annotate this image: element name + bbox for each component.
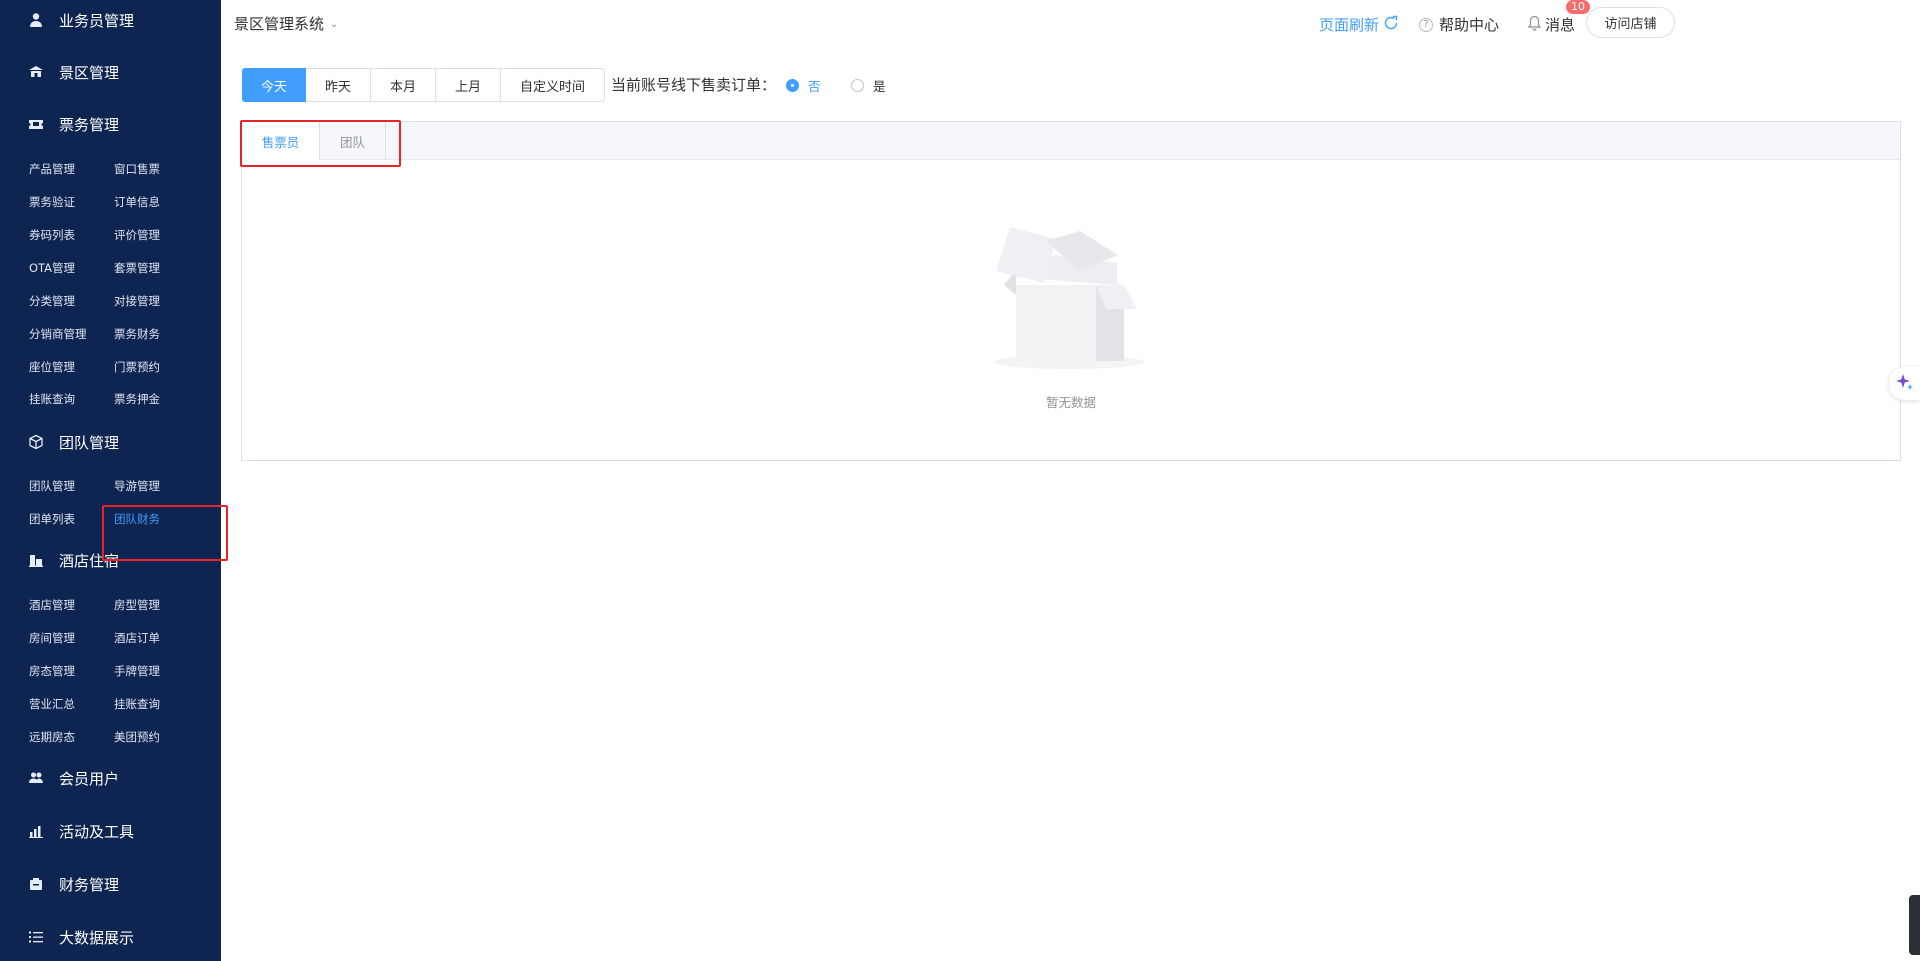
sidebar-item[interactable]: 票务财务 xyxy=(114,326,160,342)
data-panel: 售票员 团队 暂无数据 xyxy=(241,121,1901,461)
messages-label: 消息 xyxy=(1545,16,1576,34)
chart-icon xyxy=(28,823,44,839)
sidebar-group-label: 活动及工具 xyxy=(59,822,135,841)
sidebar-item[interactable]: 酒店订单 xyxy=(114,630,160,646)
sidebar-group-label: 会员用户 xyxy=(59,769,120,788)
sidebar-group-label: 景区管理 xyxy=(59,63,120,82)
sidebar-item[interactable]: 座位管理 xyxy=(29,359,75,375)
sparkle-icon xyxy=(1895,372,1915,396)
radio-no-label: 否 xyxy=(808,79,821,94)
sidebar-item[interactable]: 评价管理 xyxy=(114,227,160,243)
side-handle[interactable] xyxy=(1909,895,1920,955)
visit-store-button[interactable]: 访问店铺 xyxy=(1586,7,1675,38)
list-icon xyxy=(28,929,44,945)
sidebar-group-label: 票务管理 xyxy=(59,115,120,134)
sidebar-group-label: 业务员管理 xyxy=(59,11,135,30)
sidebar-group-bigdata[interactable]: 大数据展示 xyxy=(0,922,221,952)
sidebar-item[interactable]: 门票预约 xyxy=(114,359,160,375)
date-yesterday-button[interactable]: 昨天 xyxy=(306,68,371,102)
scenic-icon xyxy=(28,64,44,80)
cube-icon xyxy=(28,434,44,450)
ticket-icon xyxy=(28,116,44,132)
question-icon: ? xyxy=(1419,17,1433,32)
sidebar-group-scenic[interactable]: 景区管理 xyxy=(0,57,221,87)
date-custom-button[interactable]: 自定义时间 xyxy=(501,68,605,102)
sidebar-item[interactable]: 团队管理 xyxy=(29,478,75,494)
radio-dot xyxy=(786,79,799,92)
sidebar-item[interactable]: 团单列表 xyxy=(29,511,75,527)
date-range-group: 今天 昨天 本月 上月 自定义时间 xyxy=(242,68,605,102)
sidebar-item[interactable]: 订单信息 xyxy=(114,194,160,210)
sidebar-item[interactable]: 产品管理 xyxy=(29,161,75,177)
sidebar-group-label: 大数据展示 xyxy=(59,928,135,947)
bell-icon xyxy=(1527,15,1542,35)
ai-assistant-button[interactable] xyxy=(1889,367,1920,400)
sidebar-item[interactable]: OTA管理 xyxy=(29,260,75,276)
sidebar-item[interactable]: 远期房态 xyxy=(29,729,75,745)
sidebar-item[interactable]: 分销商管理 xyxy=(29,326,87,342)
sidebar-item[interactable]: 房态管理 xyxy=(29,663,75,679)
refresh-label: 页面刷新 xyxy=(1319,16,1380,34)
sidebar-item[interactable]: 手牌管理 xyxy=(114,663,160,679)
empty-box-illustration xyxy=(994,227,1144,369)
sidebar-group-members[interactable]: 会员用户 xyxy=(0,763,221,793)
date-today-button[interactable]: 今天 xyxy=(242,68,306,102)
date-this-month-button[interactable]: 本月 xyxy=(371,68,436,102)
sidebar-item[interactable]: 票务验证 xyxy=(29,194,75,210)
refresh-icon xyxy=(1383,15,1399,35)
help-label: 帮助中心 xyxy=(1439,16,1500,34)
empty-state-text: 暂无数据 xyxy=(1045,395,1096,410)
radio-dot xyxy=(851,79,864,92)
sidebar-item[interactable]: 挂账查询 xyxy=(29,391,75,407)
members-icon xyxy=(28,770,44,786)
sidebar-group-label: 财务管理 xyxy=(59,875,120,894)
radio-yes-label: 是 xyxy=(873,79,886,94)
hotel-icon xyxy=(28,552,44,568)
radio-yes[interactable]: 是 xyxy=(851,76,886,95)
sidebar-item[interactable]: 券码列表 xyxy=(29,227,75,243)
sidebar-group-activities[interactable]: 活动及工具 xyxy=(0,816,221,846)
sidebar-group-salesman[interactable]: 业务员管理 xyxy=(0,5,221,35)
message-count-badge: 10 xyxy=(1566,0,1590,14)
offline-orders-label: 当前账号线下售卖订单： xyxy=(611,76,777,94)
sidebar-item[interactable]: 酒店管理 xyxy=(29,597,75,613)
annotation-box-team-finance xyxy=(102,505,228,561)
sidebar-item[interactable]: 美团预约 xyxy=(114,729,160,745)
help-center-link[interactable]: ? 帮助中心 xyxy=(1419,14,1499,35)
messages-button[interactable]: 消息 xyxy=(1527,14,1575,35)
radio-no[interactable]: 否 xyxy=(786,76,821,95)
sidebar-item[interactable]: 套票管理 xyxy=(114,260,160,276)
system-title: 景区管理系统 xyxy=(234,15,325,33)
tab-bar: 售票员 团队 xyxy=(242,122,1900,160)
finance-icon xyxy=(28,876,44,892)
system-switcher[interactable]: 景区管理系统 ⌄ xyxy=(234,13,338,34)
sidebar-group-team[interactable]: 团队管理 xyxy=(0,427,221,457)
page-refresh-button[interactable]: 页面刷新 xyxy=(1319,14,1399,35)
sidebar-group-tickets[interactable]: 票务管理 xyxy=(0,109,221,139)
date-last-month-button[interactable]: 上月 xyxy=(436,68,501,102)
annotation-box-tabs xyxy=(240,120,401,167)
sidebar-item[interactable]: 窗口售票 xyxy=(114,161,160,177)
sidebar-item[interactable]: 票务押金 xyxy=(114,391,160,407)
sidebar: 业务员管理 景区管理 票务管理 产品管理 窗口售票 票务验证 订单信息 券码列表… xyxy=(0,0,221,961)
sidebar-group-finance[interactable]: 财务管理 xyxy=(0,869,221,899)
sidebar-item[interactable]: 房间管理 xyxy=(29,630,75,646)
sidebar-item[interactable]: 房型管理 xyxy=(114,597,160,613)
sidebar-item[interactable]: 营业汇总 xyxy=(29,696,75,712)
sidebar-item[interactable]: 分类管理 xyxy=(29,293,75,309)
sidebar-item[interactable]: 导游管理 xyxy=(114,478,160,494)
chevron-down-icon: ⌄ xyxy=(330,19,339,30)
sidebar-item[interactable]: 对接管理 xyxy=(114,293,160,309)
user-icon xyxy=(28,12,44,28)
sidebar-item[interactable]: 挂账查询 xyxy=(114,696,160,712)
sidebar-group-label: 团队管理 xyxy=(59,433,120,452)
